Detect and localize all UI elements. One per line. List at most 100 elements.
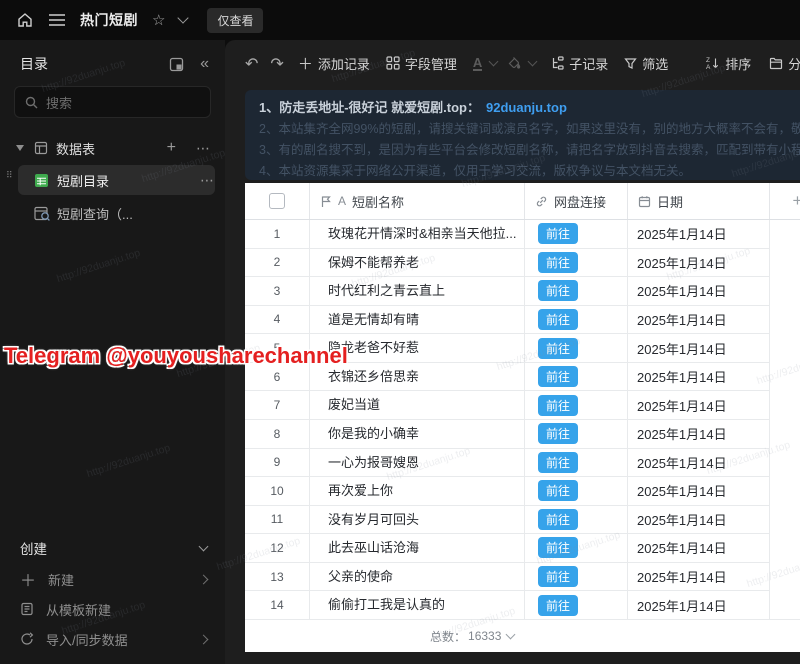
field-manage-button[interactable]: 字段管理 (386, 54, 457, 73)
menu-icon[interactable] (48, 13, 66, 27)
primary-field-flag-icon (320, 195, 332, 208)
go-button[interactable]: 前往 (538, 566, 578, 587)
date-cell[interactable]: 2025年1月14日 (628, 420, 770, 449)
column-header-link[interactable]: 网盘连接 (525, 183, 628, 219)
date-cell[interactable]: 2025年1月14日 (628, 277, 770, 306)
group-label: 分组 (788, 54, 800, 73)
go-button[interactable]: 前往 (538, 480, 578, 501)
import-sync-label: 导入/同步数据 (46, 630, 128, 649)
date-cell[interactable]: 2025年1月14日 (628, 506, 770, 535)
row-trailing-space (770, 477, 800, 506)
go-button[interactable]: 前往 (538, 423, 578, 444)
sidebar-item-drama-list[interactable]: ⠿ 短剧目录 ⋯ (18, 165, 215, 195)
chevron-down-icon[interactable] (178, 12, 189, 23)
go-button[interactable]: 前往 (538, 509, 578, 530)
more-icon[interactable]: ⋯ (196, 140, 211, 157)
drama-name-cell[interactable]: 父亲的使命 (310, 563, 525, 592)
drama-name-cell[interactable]: 没有岁月可回头 (310, 506, 525, 535)
drama-name-cell[interactable]: 道是无情却有晴 (310, 306, 525, 335)
go-button[interactable]: 前往 (538, 366, 578, 387)
drama-name-cell[interactable]: 玫瑰花开情深时&相亲当天他拉... (310, 220, 525, 249)
column-header-date[interactable]: 日期 (628, 183, 770, 219)
date-cell[interactable]: 2025年1月14日 (628, 220, 770, 249)
drama-name-cell[interactable]: 一心为报哥嫂恩 (310, 449, 525, 478)
field-grid-icon (386, 56, 400, 70)
drama-name-cell[interactable]: 时代红利之青云直上 (310, 277, 525, 306)
add-column-button[interactable]: + (770, 183, 800, 219)
sort-icon: ZA (706, 56, 720, 70)
go-button[interactable]: 前往 (538, 252, 578, 273)
row-trailing-space (770, 420, 800, 449)
home-icon[interactable] (16, 11, 34, 29)
create-section-header[interactable]: 创建 (0, 532, 225, 564)
search-input[interactable]: 搜索 (14, 86, 211, 118)
sidebar-item-new[interactable]: ＋ 新建 (0, 564, 225, 594)
netdisk-link-cell: 前往 (525, 306, 628, 335)
sidebar-item-import-sync[interactable]: 导入/同步数据 (0, 624, 225, 654)
date-cell[interactable]: 2025年1月14日 (628, 477, 770, 506)
row-number-cell: 1 (245, 220, 310, 249)
filter-button[interactable]: 筛选 (624, 54, 668, 73)
sort-label: 排序 (725, 54, 751, 73)
add-table-icon[interactable]: + (167, 139, 176, 157)
sidebar-item-from-template[interactable]: 从模板新建 (0, 594, 225, 624)
sub-record-button[interactable]: 子记录 (550, 54, 608, 73)
go-button[interactable]: 前往 (538, 537, 578, 558)
drama-name-cell[interactable]: 偷偷打工我是认真的 (310, 591, 525, 620)
collapse-sidebar-icon[interactable]: « (200, 59, 209, 69)
panel-toggle-icon[interactable] (169, 57, 184, 72)
row-number-cell: 12 (245, 534, 310, 563)
go-button[interactable]: 前往 (538, 595, 578, 616)
go-button[interactable]: 前往 (538, 395, 578, 416)
redo-icon[interactable]: ↷ (270, 54, 283, 73)
go-button[interactable]: 前往 (538, 223, 578, 244)
go-button[interactable]: 前往 (538, 452, 578, 473)
drag-handle-icon[interactable]: ⠿ (6, 173, 16, 178)
paint-bucket-icon (507, 56, 521, 70)
date-cell[interactable]: 2025年1月14日 (628, 306, 770, 335)
template-icon (20, 602, 34, 616)
row-trailing-space (770, 249, 800, 278)
search-placeholder: 搜索 (46, 93, 72, 112)
undo-icon[interactable]: ↶ (245, 54, 258, 73)
drama-name-cell[interactable]: 废妃当道 (310, 391, 525, 420)
drama-name-cell[interactable]: 你是我的小确幸 (310, 420, 525, 449)
go-button[interactable]: 前往 (538, 338, 578, 359)
go-button[interactable]: 前往 (538, 280, 578, 301)
table-row: 7废妃当道前往2025年1月14日 (245, 391, 800, 420)
drama-name-cell[interactable]: 再次爱上你 (310, 477, 525, 506)
table-header: A 短剧名称 网盘连接 日期 + (245, 183, 800, 220)
item-more-icon[interactable]: ⋯ (200, 172, 215, 189)
row-number-cell: 9 (245, 449, 310, 478)
date-cell[interactable]: 2025年1月14日 (628, 249, 770, 278)
date-cell[interactable]: 2025年1月14日 (628, 391, 770, 420)
go-button[interactable]: 前往 (538, 309, 578, 330)
date-cell[interactable]: 2025年1月14日 (628, 363, 770, 392)
drama-name-cell[interactable]: 隐龙老爸不好惹 (310, 334, 525, 363)
date-cell[interactable]: 2025年1月14日 (628, 563, 770, 592)
row-trailing-space (770, 563, 800, 592)
date-cell[interactable]: 2025年1月14日 (628, 534, 770, 563)
tables-icon (34, 141, 48, 155)
chevron-down-icon (489, 57, 499, 67)
fill-color-button[interactable] (507, 56, 536, 70)
site-link[interactable]: 92duanju.top (486, 100, 567, 115)
drama-name-cell[interactable]: 保姆不能帮养老 (310, 249, 525, 278)
drama-name-cell[interactable]: 衣锦还乡倍思亲 (310, 363, 525, 392)
sidebar-item-drama-query[interactable]: 短剧查询（... (18, 198, 215, 228)
star-icon[interactable]: ☆ (152, 11, 165, 29)
date-cell[interactable]: 2025年1月14日 (628, 591, 770, 620)
date-cell[interactable]: 2025年1月14日 (628, 449, 770, 478)
sort-button[interactable]: ZA 排序 (706, 54, 751, 73)
caret-down-icon[interactable] (16, 145, 24, 151)
add-record-button[interactable]: ＋ 添加记录 (298, 53, 370, 74)
font-color-button[interactable]: A (473, 56, 497, 71)
date-cell[interactable]: 2025年1月14日 (628, 334, 770, 363)
sidebar-group-tables[interactable]: 数据表 + ⋯ (0, 134, 225, 162)
drama-name-cell[interactable]: 此去巫山话沧海 (310, 534, 525, 563)
green-table-icon (34, 173, 49, 188)
group-button[interactable]: 分组 (769, 54, 800, 73)
chevron-down-icon[interactable] (506, 630, 516, 640)
select-all-checkbox[interactable] (269, 193, 285, 209)
column-header-name[interactable]: A 短剧名称 (310, 183, 525, 219)
